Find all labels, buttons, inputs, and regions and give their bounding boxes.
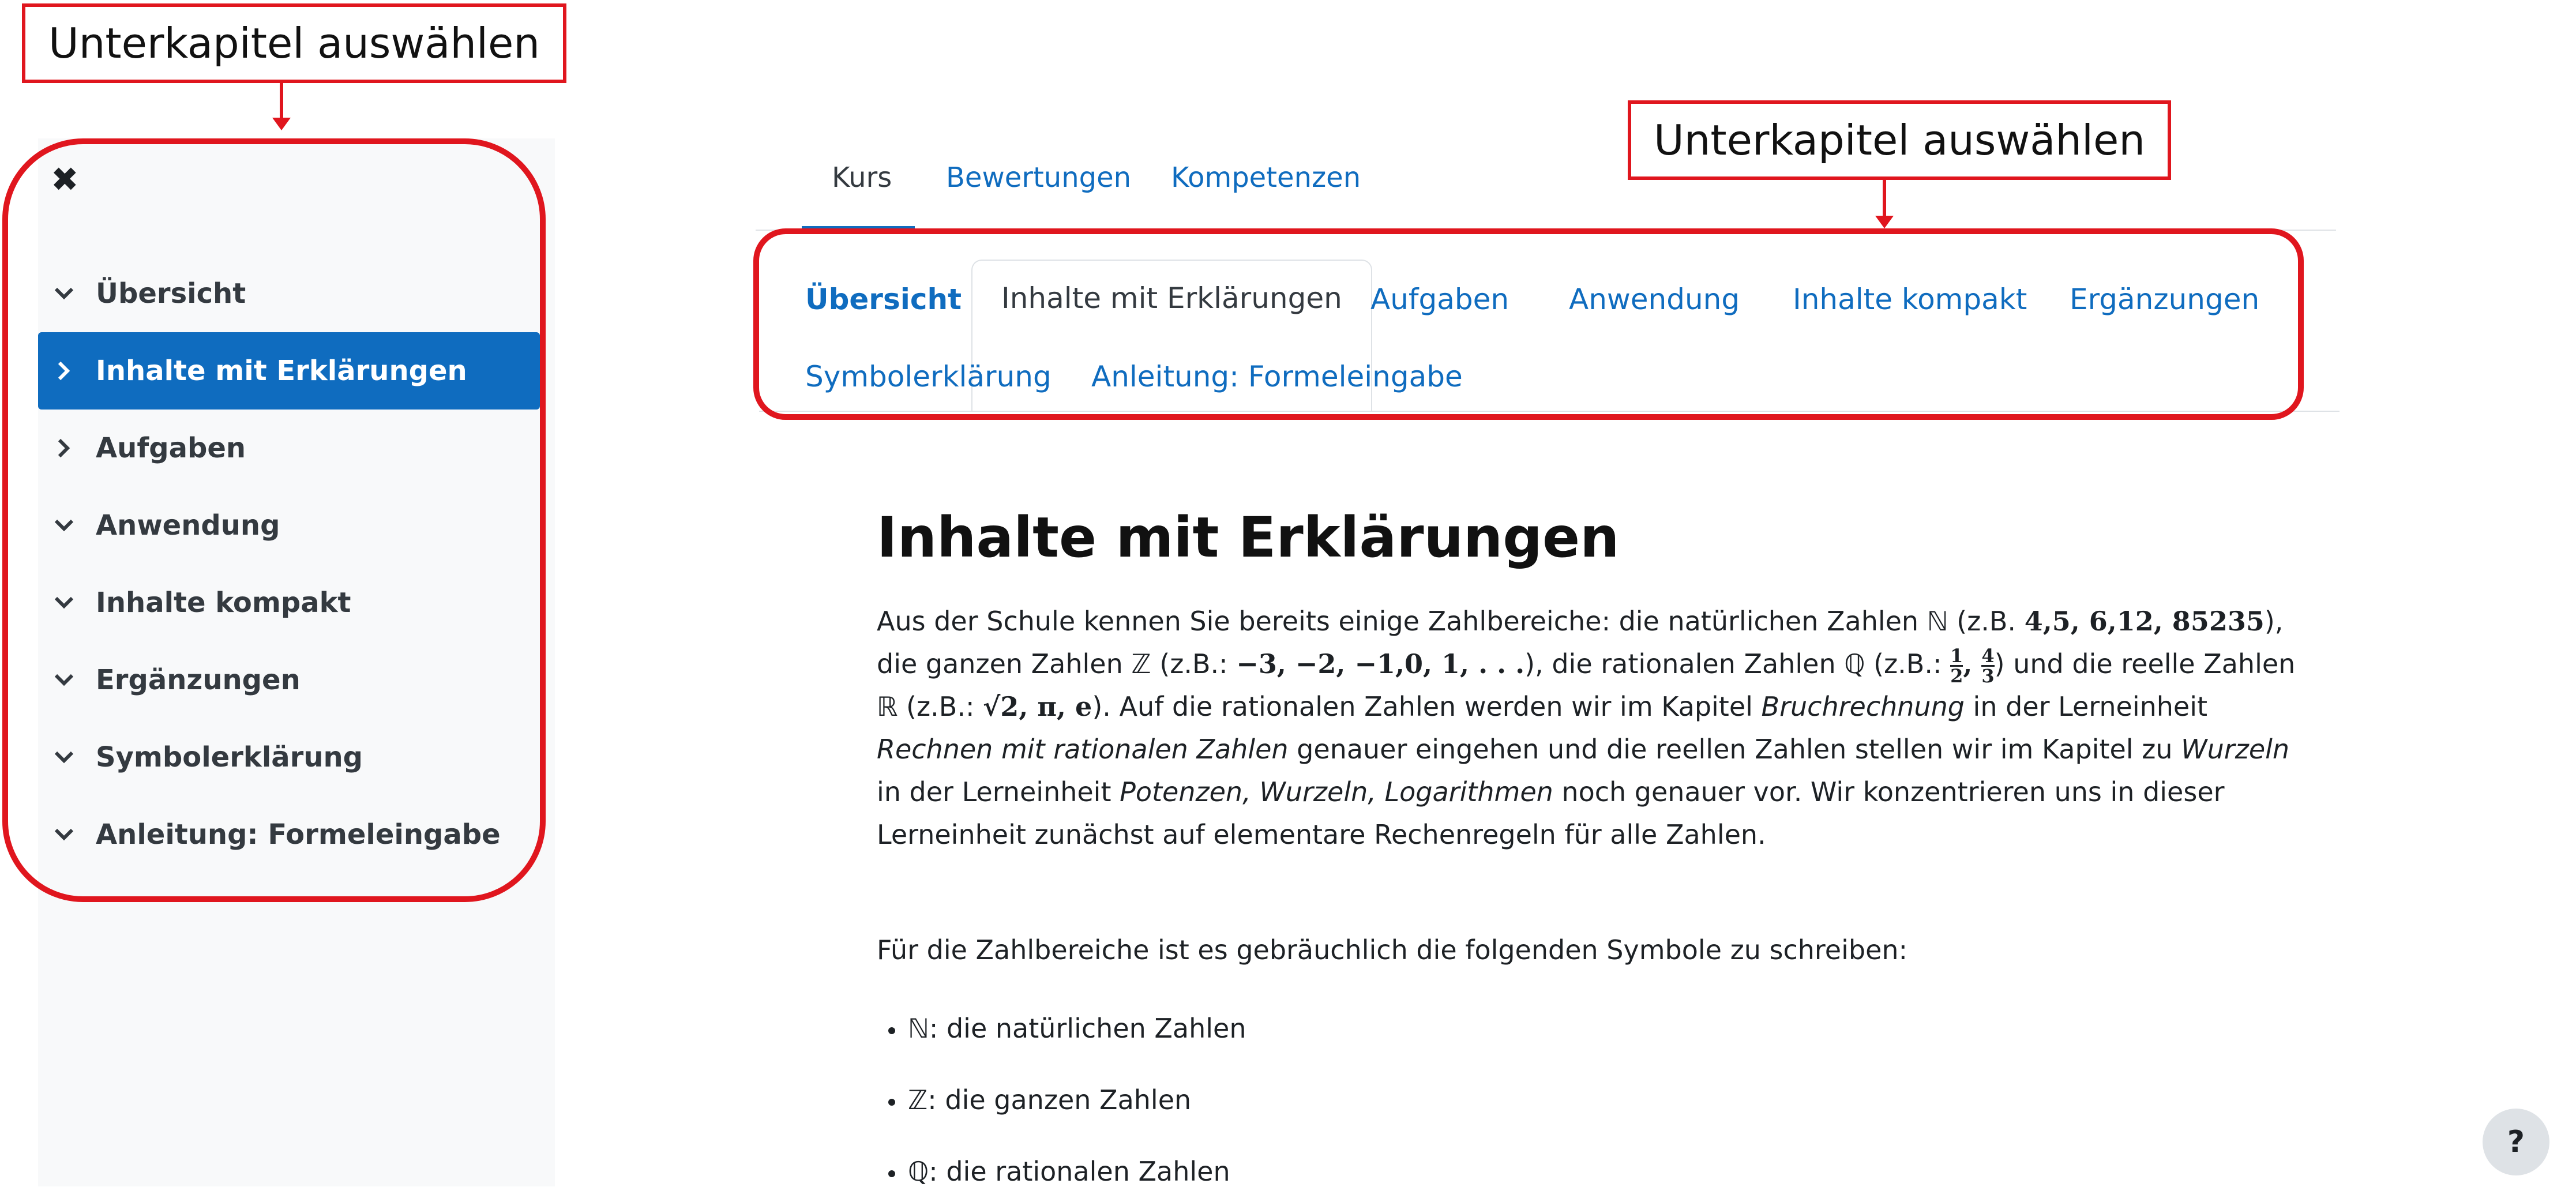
fraction-numerator: 4 xyxy=(1981,645,1995,667)
sidebar-item-anwendung[interactable]: Anwendung xyxy=(38,487,540,564)
fraction-numerator: 1 xyxy=(1950,645,1963,667)
bullet xyxy=(888,1170,895,1177)
subtab-symbolerklaerung[interactable]: Symbolerklärung xyxy=(805,360,1052,393)
list-item: ℚ: die rationalen Zahlen xyxy=(888,1156,1230,1187)
subtab-divider xyxy=(759,411,2340,412)
subtab-aufgaben[interactable]: Aufgaben xyxy=(1370,283,1509,316)
set-symbol: ℕ xyxy=(908,1013,929,1044)
sidebar-item-label: Anwendung xyxy=(96,509,280,542)
fraction-denominator: 2 xyxy=(1950,665,1963,687)
math-real-examples: √2, π, e xyxy=(983,691,1092,722)
tab-kurs[interactable]: Kurs xyxy=(832,161,892,194)
chevron-right-icon xyxy=(52,361,76,381)
subtab-anleitung-formeleingabe[interactable]: Anleitung: Formeleingabe xyxy=(1091,360,1463,393)
fraction-one-half: 12 xyxy=(1950,647,1963,685)
bullet xyxy=(888,1098,895,1106)
sidebar-item-label: Inhalte mit Erklärungen xyxy=(96,355,467,387)
list-item: ℤ: die ganzen Zahlen xyxy=(888,1084,1191,1115)
sidebar-item-label: Ergänzungen xyxy=(96,664,301,696)
chevron-right-icon xyxy=(52,438,76,458)
sidebar-item-uebersicht[interactable]: Übersicht xyxy=(38,255,540,332)
sidebar-item-inhalte-kompakt[interactable]: Inhalte kompakt xyxy=(38,564,540,641)
intro-paragraph: Aus der Schule kennen Sie bereits einige… xyxy=(877,600,2301,856)
symbols-intro: Für die Zahlbereiche ist es gebräuchlich… xyxy=(877,934,1908,966)
list-item-text: : die rationalen Zahlen xyxy=(929,1156,1230,1187)
sidebar-item-aufgaben[interactable]: Aufgaben xyxy=(38,410,540,487)
fraction-denominator: 3 xyxy=(1981,665,1995,687)
subtab-uebersicht[interactable]: Übersicht xyxy=(805,283,962,316)
list-item-text: : die natürlichen Zahlen xyxy=(929,1013,1246,1044)
sidebar-item-label: Inhalte kompakt xyxy=(96,587,351,619)
italic-term: Wurzeln xyxy=(2181,734,2290,765)
list-item: ℕ: die natürlichen Zahlen xyxy=(888,1013,1246,1044)
page-title: Inhalte mit Erklärungen xyxy=(877,505,1620,570)
math-natural-examples: 4,5, 6,12, 85235 xyxy=(2024,606,2265,637)
bullet xyxy=(888,1027,895,1034)
set-symbol: ℤ xyxy=(908,1084,928,1115)
text-run: ), die rationalen Zahlen ℚ (z.B.: xyxy=(1524,648,1951,679)
text-run: in der Lerneinheit xyxy=(1964,691,2208,722)
set-symbol: ℚ xyxy=(908,1156,929,1187)
tab-bewertungen[interactable]: Bewertungen xyxy=(946,161,1131,194)
help-button[interactable]: ? xyxy=(2483,1109,2549,1175)
annotation-label-subtabs: Unterkapitel auswählen xyxy=(1628,100,2171,180)
list-item-text: : die ganzen Zahlen xyxy=(927,1084,1192,1115)
sidebar-item-label: Übersicht xyxy=(96,277,246,310)
italic-term: Bruchrechnung xyxy=(1761,691,1965,722)
math-integer-examples: −3, −2, −1,0, 1, . . . xyxy=(1236,648,1525,679)
chevron-down-icon xyxy=(52,287,76,300)
text-run: in der Lerneinheit xyxy=(877,776,1120,807)
math-comma: , xyxy=(1963,648,1982,679)
sidebar-item-inhalte-mit-erklaerungen[interactable]: Inhalte mit Erklärungen xyxy=(38,332,540,410)
text-run: Aus der Schule kennen Sie bereits einige… xyxy=(877,606,2025,637)
annotation-arrowhead-sidebar xyxy=(272,118,291,130)
annotation-arrowhead-subtabs xyxy=(1875,216,1894,228)
sidebar-item-label: Aufgaben xyxy=(96,432,246,464)
subtab-ergaenzungen[interactable]: Ergänzungen xyxy=(2070,283,2259,316)
course-index-drawer: ✖ Übersicht Inhalte mit Erklärungen Aufg… xyxy=(38,138,555,1186)
chevron-down-icon xyxy=(52,674,76,686)
chevron-down-icon xyxy=(52,596,76,609)
sidebar-item-anleitung-formeleingabe[interactable]: Anleitung: Formeleingabe xyxy=(38,796,540,873)
chevron-down-icon xyxy=(52,519,76,532)
chevron-down-icon xyxy=(52,828,76,841)
close-drawer-icon[interactable]: ✖ xyxy=(51,163,79,196)
fraction-four-thirds: 43 xyxy=(1981,645,1995,687)
sidebar-item-label: Anleitung: Formeleingabe xyxy=(96,818,501,851)
nav-divider xyxy=(756,230,2336,231)
annotation-arrow-sidebar xyxy=(280,83,283,119)
subtab-inhalte-kompakt[interactable]: Inhalte kompakt xyxy=(1793,283,2027,316)
sidebar-item-ergaenzungen[interactable]: Ergänzungen xyxy=(38,641,540,719)
subtab-anwendung[interactable]: Anwendung xyxy=(1569,283,1740,316)
italic-term: Rechnen mit rationalen Zahlen xyxy=(877,734,1289,765)
italic-term: Potenzen, Wurzeln, Logarithmen xyxy=(1120,776,1553,807)
tab-kompetenzen[interactable]: Kompetenzen xyxy=(1171,161,1361,194)
text-run: genauer eingehen und die reellen Zahlen … xyxy=(1288,734,2181,765)
annotation-arrow-subtabs xyxy=(1883,180,1886,217)
sidebar-item-label: Symbolerklärung xyxy=(96,741,363,773)
chevron-down-icon xyxy=(52,751,76,764)
annotation-label-sidebar: Unterkapitel auswählen xyxy=(22,3,566,83)
text-run: ). Auf die rationalen Zahlen werden wir … xyxy=(1092,691,1762,722)
sidebar-item-symbolerklaerung[interactable]: Symbolerklärung xyxy=(38,719,540,796)
